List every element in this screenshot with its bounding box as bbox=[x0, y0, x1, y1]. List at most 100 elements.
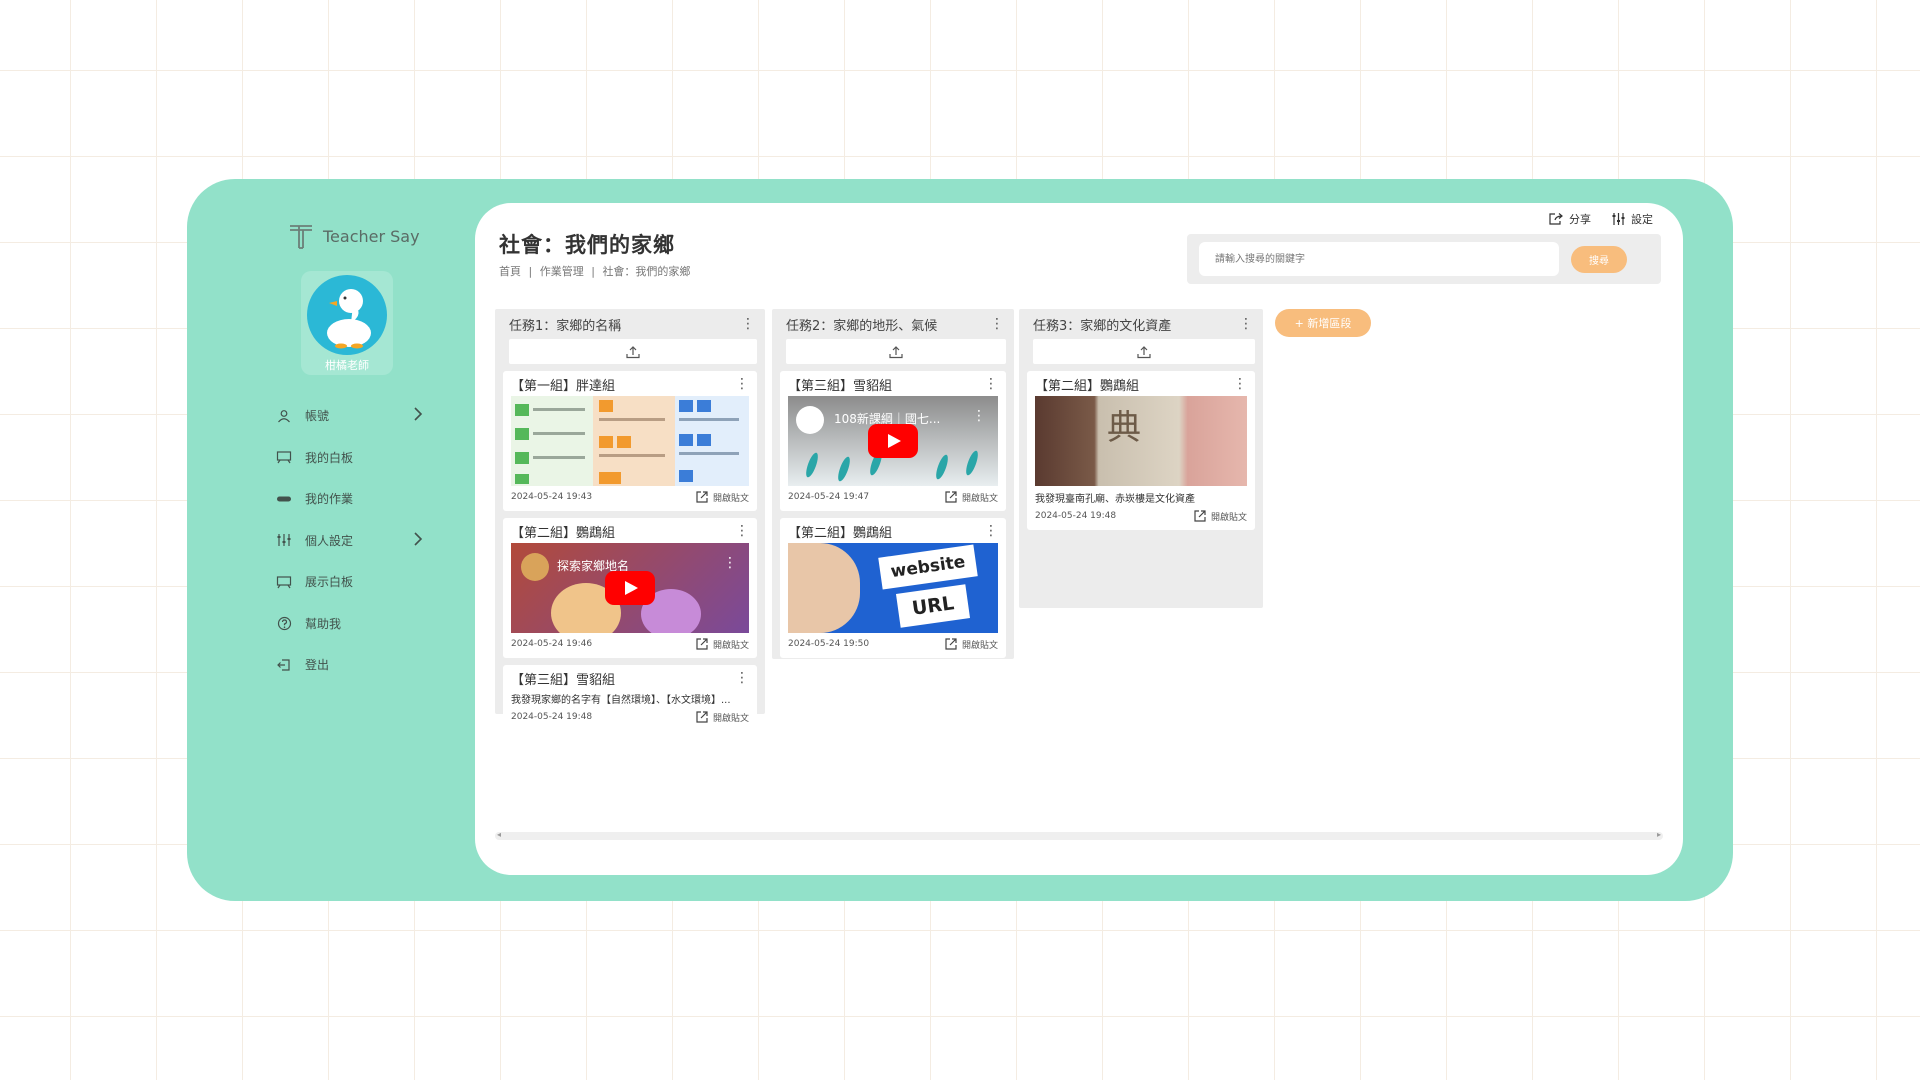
more-vertical-icon[interactable]: ⋮ bbox=[741, 317, 755, 331]
more-vertical-icon[interactable]: ⋮ bbox=[1233, 377, 1247, 391]
chevron-right-icon bbox=[413, 532, 425, 549]
help-icon bbox=[275, 614, 293, 632]
task-column-2: 任務2：家鄉的地形、氣候 ⋮ 【第三組】雪貂組 ⋮ 108新課綱｜國七... ⋮ bbox=[772, 309, 1014, 659]
more-vertical-icon: ⋮ bbox=[723, 555, 737, 571]
teacher-say-logo-icon bbox=[290, 225, 312, 249]
share-button[interactable]: 分享 bbox=[1548, 211, 1591, 227]
play-icon[interactable] bbox=[868, 424, 918, 458]
post-text: 我發現家鄉的名字有【自然環境】、【水文環境】... bbox=[511, 695, 731, 706]
sidebar-item-label: 帳號 bbox=[305, 409, 330, 424]
horizontal-scrollbar[interactable]: ◂ ▸ bbox=[495, 830, 1663, 840]
sidebar-item-my-homework[interactable]: 我的作業 bbox=[275, 478, 425, 520]
external-link-icon bbox=[696, 491, 708, 503]
homework-icon bbox=[275, 490, 293, 508]
external-link-icon bbox=[696, 711, 708, 723]
post-group: 【第二組】鸚鵡組 bbox=[1035, 378, 1140, 394]
breadcrumb-home[interactable]: 首頁 bbox=[499, 265, 521, 278]
scroll-right-icon[interactable]: ▸ bbox=[1657, 830, 1661, 839]
more-vertical-icon[interactable]: ⋮ bbox=[735, 377, 749, 391]
search-input[interactable] bbox=[1199, 242, 1559, 276]
breadcrumb-separator: | bbox=[528, 265, 533, 278]
avatar bbox=[307, 275, 387, 355]
more-vertical-icon[interactable]: ⋮ bbox=[984, 377, 998, 391]
sidebar-item-account[interactable]: 帳號 bbox=[275, 395, 425, 437]
open-post-label: 開啟貼文 bbox=[712, 713, 749, 724]
post-card[interactable]: 【第三組】雪貂組 ⋮ 我發現家鄉的名字有【自然環境】、【水文環境】... 202… bbox=[503, 665, 757, 731]
video-thumbnail[interactable]: 探索家鄉地名 ⋮ bbox=[511, 543, 749, 633]
external-link-icon bbox=[945, 491, 957, 503]
add-section-button[interactable]: + 新增區段 bbox=[1275, 309, 1371, 337]
search-button[interactable]: 搜尋 bbox=[1571, 246, 1627, 273]
play-icon[interactable] bbox=[605, 571, 655, 605]
post-time: 2024-05-24 19:50 bbox=[788, 639, 870, 649]
sidebar-item-label: 我的作業 bbox=[305, 492, 354, 507]
breadcrumb: 首頁 | 作業管理 | 社會：我們的家鄉 bbox=[499, 263, 694, 279]
post-time: 2024-05-24 19:43 bbox=[511, 492, 593, 502]
stone-inscription: 典 bbox=[1107, 408, 1141, 448]
sidebar-item-label: 我的白板 bbox=[305, 450, 354, 465]
upload-icon bbox=[889, 345, 903, 358]
app-frame: Teacher Say 柑橘老師 帳號 我的白板 我的作業 個人設定 展示白板 … bbox=[187, 179, 1733, 901]
open-post-button[interactable]: 開啟貼文 bbox=[944, 490, 998, 504]
brand-name: Teacher Say bbox=[323, 226, 420, 246]
upload-icon bbox=[1137, 345, 1151, 358]
post-card[interactable]: 【第三組】雪貂組 ⋮ 108新課綱｜國七... ⋮ 2024-05-24 19:… bbox=[780, 371, 1006, 511]
logout-icon bbox=[275, 656, 293, 674]
open-post-button[interactable]: 開啟貼文 bbox=[695, 490, 749, 504]
chevron-right-icon bbox=[413, 407, 425, 424]
more-vertical-icon[interactable]: ⋮ bbox=[1239, 317, 1253, 331]
upload-button[interactable] bbox=[509, 339, 757, 364]
post-card[interactable]: 【第一組】胖達組 ⋮ 2024-05-24 19:43 開啟貼文 bbox=[503, 371, 757, 511]
post-card[interactable]: 【第二組】鸚鵡組 ⋮ 探索家鄉地名 ⋮ 2024-05-24 19:46 開啟貼… bbox=[503, 518, 757, 658]
open-post-button[interactable]: 開啟貼文 bbox=[1193, 509, 1247, 523]
sidebar-item-display-board[interactable]: 展示白板 bbox=[275, 561, 425, 603]
external-link-icon bbox=[696, 638, 708, 650]
open-post-label: 開啟貼文 bbox=[712, 640, 749, 651]
website-url-image: website URL bbox=[788, 543, 998, 633]
external-link-icon bbox=[945, 638, 957, 650]
task-column-3: 任務3：家鄉的文化資產 ⋮ 【第二組】鸚鵡組 ⋮ 典 我發現臺南孔廟、赤崁樓是文… bbox=[1019, 309, 1263, 608]
user-name: 柑橘老師 bbox=[325, 359, 369, 372]
more-vertical-icon[interactable]: ⋮ bbox=[735, 524, 749, 538]
video-thumbnail[interactable]: 108新課綱｜國七... ⋮ bbox=[788, 396, 998, 486]
post-time: 2024-05-24 19:48 bbox=[1035, 511, 1117, 521]
upload-icon bbox=[626, 345, 640, 358]
upload-button[interactable] bbox=[1033, 339, 1255, 364]
sliders-icon bbox=[1612, 213, 1625, 225]
sidebar-item-logout[interactable]: 登出 bbox=[275, 644, 425, 686]
more-vertical-icon[interactable]: ⋮ bbox=[735, 671, 749, 685]
scroll-left-icon[interactable]: ◂ bbox=[497, 830, 501, 839]
post-group: 【第三組】雪貂組 bbox=[511, 672, 616, 688]
breadcrumb-current: 社會：我們的家鄉 bbox=[602, 265, 691, 278]
open-post-button[interactable]: 開啟貼文 bbox=[944, 637, 998, 651]
breadcrumb-homework[interactable]: 作業管理 bbox=[540, 265, 584, 278]
sidebar-item-my-board[interactable]: 我的白板 bbox=[275, 437, 425, 479]
open-post-label: 開啟貼文 bbox=[712, 493, 749, 504]
sidebar-item-label: 幫助我 bbox=[305, 616, 342, 631]
board-icon bbox=[275, 448, 293, 466]
share-label: 分享 bbox=[1569, 213, 1591, 226]
post-card[interactable]: 【第二組】鸚鵡組 ⋮ 典 我發現臺南孔廟、赤崁樓是文化資產 2024-05-24… bbox=[1027, 371, 1255, 530]
post-time: 2024-05-24 19:48 bbox=[511, 712, 593, 722]
open-post-button[interactable]: 開啟貼文 bbox=[695, 710, 749, 724]
sliders-icon bbox=[275, 531, 293, 549]
display-board-icon bbox=[275, 573, 293, 591]
task-column-1: 任務1：家鄉的名稱 ⋮ 【第一組】胖達組 ⋮ 2024-05-24 19:43 … bbox=[495, 309, 765, 731]
share-icon bbox=[1549, 213, 1563, 225]
settings-label: 設定 bbox=[1631, 213, 1653, 226]
brand-logo[interactable]: Teacher Say bbox=[287, 221, 420, 251]
post-group: 【第三組】雪貂組 bbox=[788, 378, 893, 394]
more-vertical-icon[interactable]: ⋮ bbox=[990, 317, 1004, 331]
sidebar-item-personal-settings[interactable]: 個人設定 bbox=[275, 520, 425, 562]
post-card[interactable]: 【第二組】鸚鵡組 ⋮ website URL 2024-05-24 19:50 bbox=[780, 518, 1006, 658]
post-text: 我發現臺南孔廟、赤崁樓是文化資產 bbox=[1035, 494, 1195, 505]
more-vertical-icon[interactable]: ⋮ bbox=[984, 524, 998, 538]
open-post-button[interactable]: 開啟貼文 bbox=[695, 637, 749, 651]
upload-button[interactable] bbox=[786, 339, 1006, 364]
settings-button[interactable]: 設定 bbox=[1611, 211, 1653, 227]
column-header: 任務2：家鄉的地形、氣候 ⋮ bbox=[772, 309, 1014, 339]
profile-card[interactable]: 柑橘老師 bbox=[301, 271, 393, 375]
post-group: 【第二組】鸚鵡組 bbox=[511, 525, 616, 541]
sidebar-item-help[interactable]: 幫助我 bbox=[275, 603, 425, 645]
sidebar-item-label: 個人設定 bbox=[305, 533, 354, 548]
